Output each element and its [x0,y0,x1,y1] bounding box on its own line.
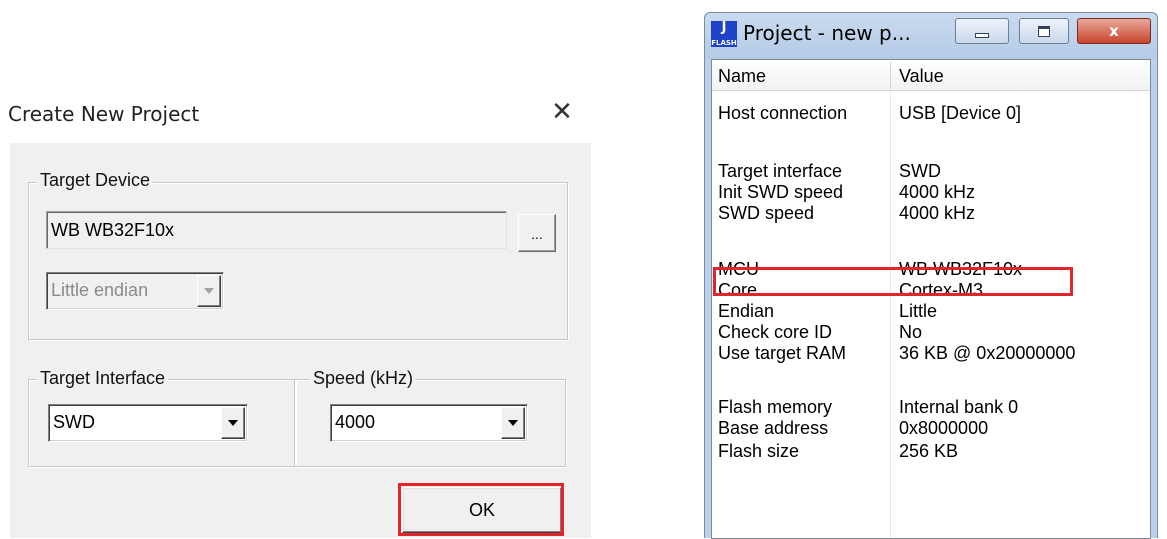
speed-value: 4000 [335,412,376,432]
chevron-down-icon [197,275,221,307]
endian-select: Little endian [46,272,224,310]
table-row[interactable] [712,230,1150,250]
window-titlebar[interactable]: J FLASH Project - new p... x [705,13,1157,59]
row-value: SWD [899,161,941,181]
row-name: Flash size [718,441,800,461]
row-name: Base address [718,418,829,438]
device-field: WB WB32F10x [46,211,507,249]
table-row[interactable] [712,128,1150,148]
table-row[interactable]: Base address 0x8000000 [712,418,1150,438]
target-interface-value: SWD [53,412,95,432]
table-row[interactable]: Use target RAM 36 KB @ 0x20000000 [712,343,1150,363]
close-icon: x [1109,22,1119,40]
table-row[interactable]: Flash memory Internal bank 0 [712,397,1150,417]
table-row[interactable]: Host connection USB [Device 0] [712,103,1150,123]
target-interface-select[interactable]: SWD [48,404,248,442]
row-value: USB [Device 0] [899,103,1022,123]
row-value: 256 KB [899,441,959,461]
row-name: Endian [718,301,775,321]
row-value: 36 KB @ 0x20000000 [899,343,1076,363]
row-value: 4000 kHz [899,203,976,223]
chevron-down-icon[interactable] [221,407,245,439]
endian-select-value: Little endian [51,280,149,300]
properties-list: Name Value Host connection USB [Device 0]… [711,59,1151,539]
row-name: Check core ID [718,322,833,342]
window-title: Project - new p... [743,21,911,45]
row-value: Little [899,301,938,321]
table-row[interactable]: Flash size 256 KB [712,441,1150,461]
table-row[interactable] [712,370,1150,390]
mcu-row-highlight [713,267,1073,296]
table-row[interactable]: Target interface SWD [712,161,1150,181]
minimize-icon [975,32,989,38]
row-value: 4000 kHz [899,182,976,202]
row-name: Init SWD speed [718,182,844,202]
device-field-value: WB WB32F10x [51,220,175,240]
close-button[interactable]: x [1077,18,1151,44]
maximize-icon [1038,25,1050,37]
chevron-down-icon[interactable] [501,407,525,439]
column-header-value[interactable]: Value [891,60,1150,90]
row-name: Target interface [718,161,843,181]
list-header: Name Value [712,60,1150,91]
jflash-app-icon: J FLASH [711,20,737,47]
column-header-name[interactable]: Name [712,60,890,90]
row-name: SWD speed [718,203,815,223]
row-value: Internal bank 0 [899,397,1019,417]
maximize-button[interactable] [1019,18,1069,44]
row-name: Use target RAM [718,343,847,363]
row-value: 0x8000000 [899,418,989,438]
table-row[interactable]: Endian Little [712,301,1150,321]
row-name: Host connection [718,103,848,123]
target-device-group [28,182,568,340]
row-value: No [899,322,923,342]
table-row[interactable]: SWD speed 4000 kHz [712,203,1150,223]
table-row[interactable]: Check core ID No [712,322,1150,342]
ok-button-highlight [398,483,564,536]
speed-legend: Speed (kHz) [310,368,417,389]
dialog-title: Create New Project [8,102,200,126]
close-icon[interactable]: ✕ [548,98,576,126]
table-row[interactable]: Init SWD speed 4000 kHz [712,182,1150,202]
minimize-button[interactable] [955,18,1009,44]
browse-device-button[interactable]: ... [518,214,556,252]
target-interface-legend: Target Interface [37,368,169,389]
speed-select[interactable]: 4000 [330,404,528,442]
row-name: Flash memory [718,397,833,417]
target-device-legend: Target Device [37,170,154,191]
